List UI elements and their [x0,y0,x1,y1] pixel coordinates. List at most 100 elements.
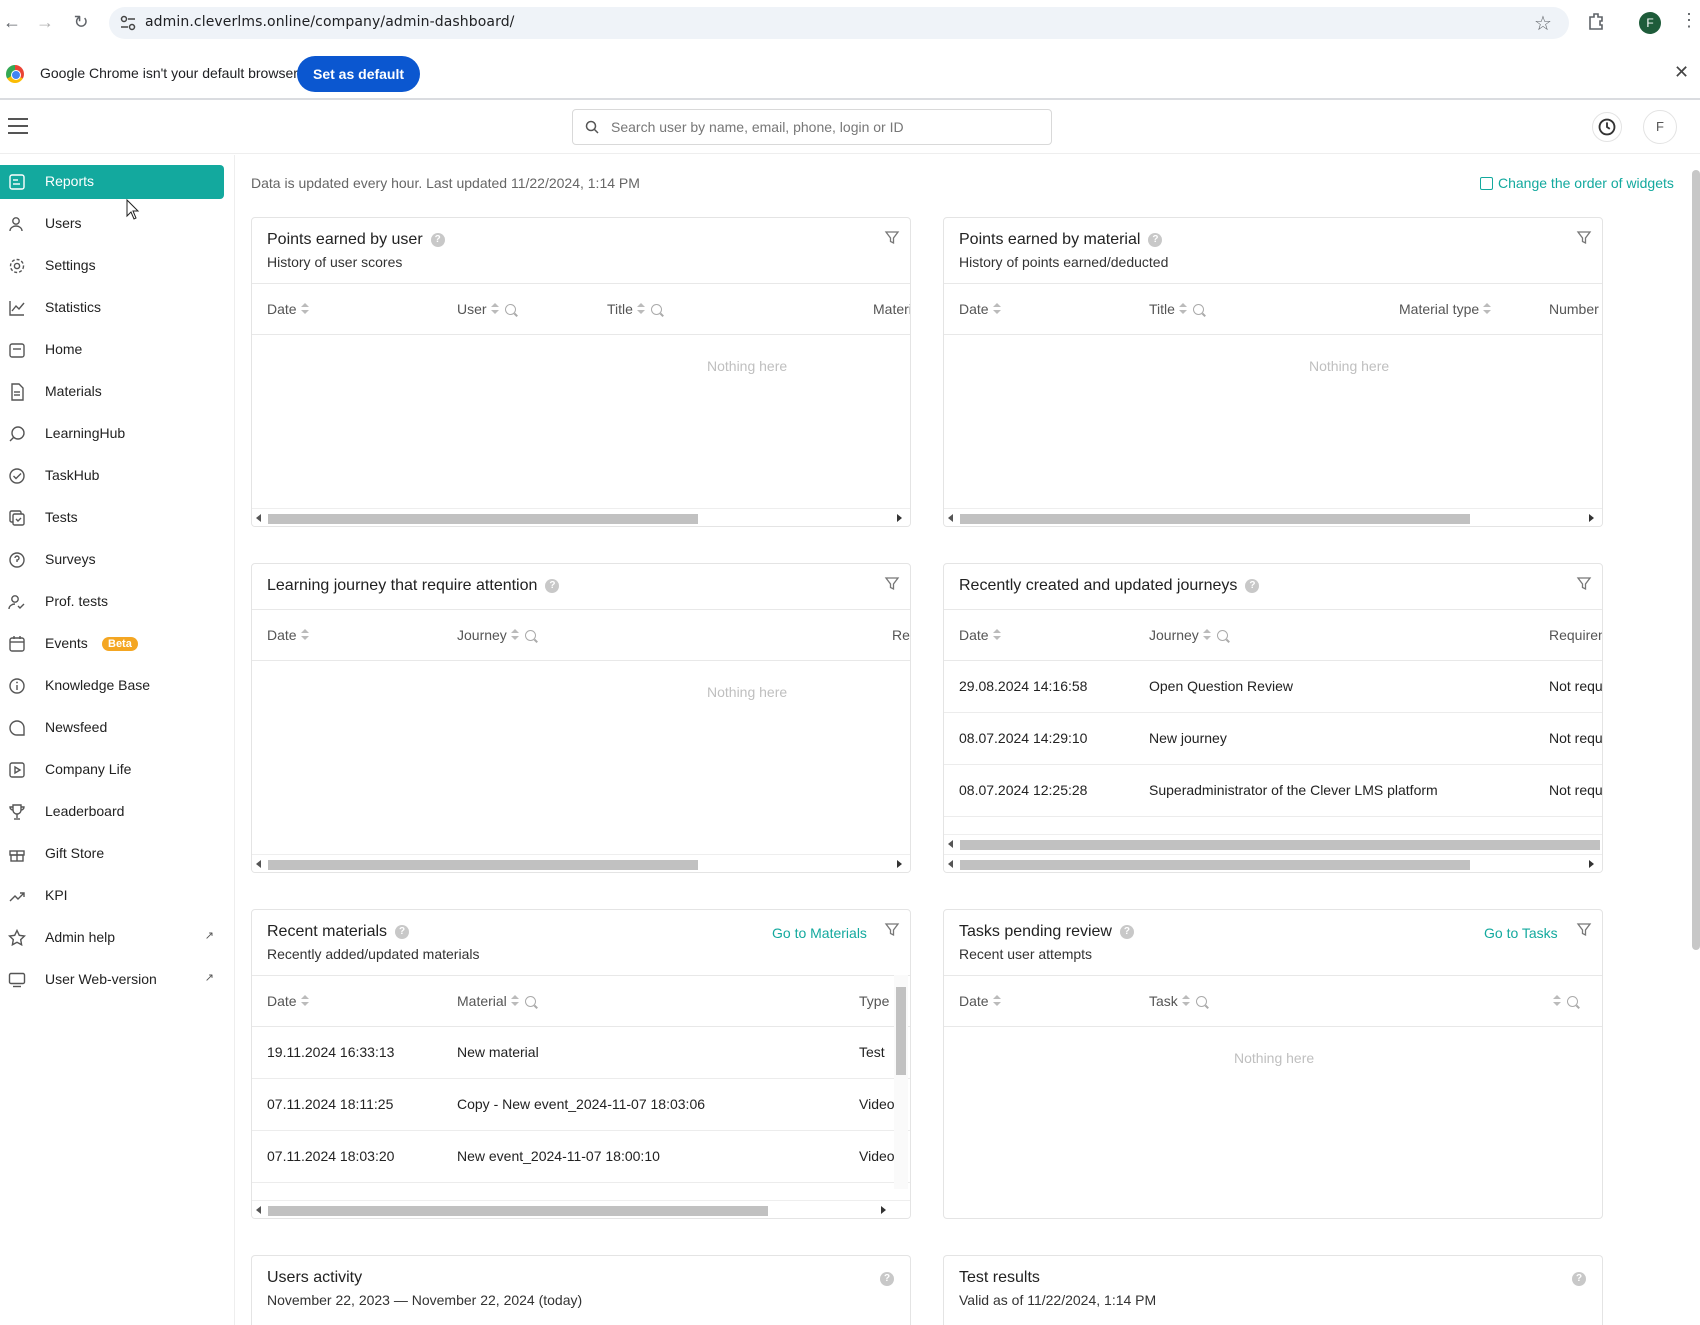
column-header[interactable] [1549,993,1578,1009]
horizontal-scrollbar[interactable] [944,508,1602,526]
sidebar-item-company-life[interactable]: Company Life [0,753,224,787]
sidebar-item-leaderboard[interactable]: Leaderboard [0,795,224,829]
column-header[interactable]: Date [959,627,1001,643]
cell-material: New material [457,1044,539,1060]
table-header: Date User Title Material [252,283,910,335]
sidebar-item-prof-tests[interactable]: Prof. tests [0,585,224,619]
column-header[interactable]: Type [859,993,889,1009]
filter-icon[interactable] [1576,230,1592,246]
sidebar-item-gift-store[interactable]: Gift Store [0,837,224,871]
horizontal-scrollbar[interactable] [944,854,1602,872]
column-header[interactable]: Journey [1149,627,1228,643]
column-header[interactable]: Material type [1399,301,1492,317]
sidebar-item-label: Prof. tests [45,593,109,609]
horizontal-scrollbar[interactable] [252,854,910,872]
sidebar-item-admin-help[interactable]: Admin help ↗ [0,921,224,955]
help-icon[interactable]: ? [395,925,410,939]
cell-requirement: Not requ [1549,678,1603,694]
sidebar-item-surveys[interactable]: Surveys [0,543,224,577]
sidebar-item-taskhub[interactable]: TaskHub [0,459,224,493]
table-header: Date Title Material type Number [944,283,1602,335]
help-icon[interactable]: ? [545,579,560,593]
inner-horizontal-scrollbar[interactable] [944,834,1602,852]
chrome-logo-icon [6,65,24,83]
cell-date: 29.08.2024 14:16:58 [959,678,1088,694]
empty-state: Nothing here [707,684,788,700]
sidebar-item-users[interactable]: Users [0,207,224,241]
table-row[interactable]: 08.07.2024 12:25:28 Superadministrator o… [944,765,1602,817]
sidebar-item-knowledge-base[interactable]: Knowledge Base [0,669,224,703]
forward-icon[interactable]: → [33,10,57,34]
column-header[interactable]: Material [873,301,910,317]
help-icon[interactable]: ? [1119,925,1134,939]
close-icon[interactable]: ✕ [1674,62,1689,83]
back-icon[interactable]: ← [0,10,24,34]
go-to-materials-link[interactable]: Go to Materials [772,925,867,941]
reload-icon[interactable]: ↻ [69,10,93,34]
column-header[interactable]: User [457,301,516,317]
column-header[interactable]: Title [607,301,662,317]
user-search[interactable] [572,109,1052,145]
change-widget-order-link[interactable]: Change the order of widgets [1480,175,1674,191]
filter-icon[interactable] [884,230,900,246]
sidebar-item-learninghub[interactable]: LearningHub [0,417,224,451]
vertical-scrollbar[interactable] [894,975,908,1189]
table-row[interactable]: 08.07.2024 14:29:10 New journey Not requ [944,713,1602,765]
filter-icon[interactable] [1576,576,1592,592]
sidebar-item-home[interactable]: Home [0,333,224,367]
help-icon[interactable]: ? [880,1272,894,1286]
browser-menu-icon[interactable]: ⋮ [1680,10,1698,31]
sidebar-item-settings[interactable]: Settings [0,249,224,283]
avatar[interactable]: F [1643,110,1677,144]
bookmark-star-icon[interactable]: ☆ [1534,11,1552,36]
column-header[interactable]: Title [1149,301,1204,317]
column-header[interactable]: Date [959,993,1001,1009]
help-icon[interactable]: ? [1245,579,1260,593]
sidebar-item-user-web-version[interactable]: User Web-version ↗ [0,963,224,997]
address-bar[interactable]: admin.cleverlms.online/company/admin-das… [109,7,1569,39]
filter-icon[interactable] [884,576,900,592]
column-header[interactable]: Requirem [1549,627,1602,643]
browser-toolbar: ← → ↻ admin.cleverlms.online/company/adm… [0,0,1700,46]
sidebar-item-reports[interactable]: Reports [0,165,224,199]
site-info-icon[interactable] [119,14,137,32]
column-header[interactable]: Date [267,627,309,643]
go-to-tasks-link[interactable]: Go to Tasks [1484,925,1558,941]
column-header[interactable]: Task [1149,993,1207,1009]
sidebar-item-kpi[interactable]: KPI [0,879,224,913]
horizontal-scrollbar[interactable] [252,508,910,526]
document-icon [11,383,24,401]
table-row[interactable]: 07.11.2024 18:11:25 Copy - New event_202… [252,1079,910,1131]
column-header[interactable]: Date [267,301,309,317]
table-row[interactable]: 07.11.2024 18:03:20 New event_2024-11-07… [252,1131,910,1183]
column-header[interactable]: Date [267,993,309,1009]
table-row[interactable]: 19.11.2024 16:33:13 New material Test [252,1027,910,1079]
extensions-icon[interactable] [1586,11,1606,31]
column-header[interactable]: Material [457,993,536,1009]
browser-profile-avatar[interactable]: F [1639,12,1661,34]
help-icon[interactable]: ? [430,233,445,247]
search-input[interactable] [611,112,1041,142]
filter-icon[interactable] [1576,922,1592,938]
sidebar-item-materials[interactable]: Materials [0,375,224,409]
column-header[interactable]: Journey [457,627,536,643]
history-icon[interactable] [1592,112,1622,142]
menu-toggle-icon[interactable] [8,118,28,134]
sidebar-item-events[interactable]: Events Beta [0,627,224,661]
gift-icon [9,850,25,862]
column-header[interactable]: Number [1549,301,1599,317]
column-header[interactable]: Rev [892,627,910,643]
help-icon[interactable]: ? [1572,1272,1586,1286]
horizontal-scrollbar[interactable] [252,1200,910,1218]
table-row[interactable]: 29.08.2024 14:16:58 Open Question Review… [944,661,1602,713]
page-scrollbar[interactable] [1692,170,1700,950]
sidebar-item-newsfeed[interactable]: Newsfeed [0,711,224,745]
set-default-button[interactable]: Set as default [297,56,421,92]
chart-icon [9,301,25,316]
sidebar-item-statistics[interactable]: Statistics [0,291,224,325]
help-icon[interactable]: ? [1148,233,1163,247]
cell-material: Copy - New event_2024-11-07 18:03:06 [457,1096,706,1112]
column-header[interactable]: Date [959,301,1001,317]
sidebar-item-tests[interactable]: Tests [0,501,224,535]
filter-icon[interactable] [884,922,900,938]
